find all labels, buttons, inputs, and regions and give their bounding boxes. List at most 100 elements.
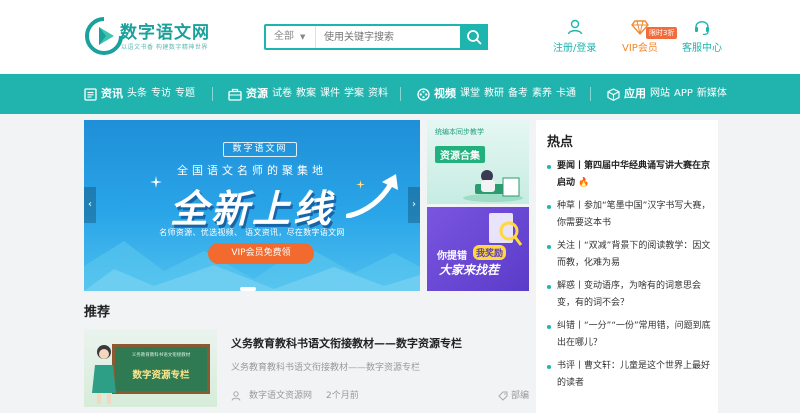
nav-item-app[interactable]: APP bbox=[674, 88, 693, 99]
carousel-next-button[interactable]: › bbox=[408, 187, 420, 223]
search-scope-select[interactable]: 全部 ▼ bbox=[266, 26, 316, 48]
hot-topic-item[interactable]: 关注丨“双减”背景下的阅读教学：因文而教，化难为易 bbox=[547, 238, 713, 272]
thumb-line2: 数字资源专栏 bbox=[132, 370, 190, 381]
nav-item-exams[interactable]: 试卷 bbox=[272, 88, 292, 99]
hero-carousel[interactable]: 数字语文网 全国语文名师的聚集地 全新上线 名师资源、优选视频、 语文资讯，尽在… bbox=[84, 120, 420, 291]
nav-resources-title[interactable]: 资源 bbox=[246, 87, 268, 100]
nav-item-courseware[interactable]: 课件 bbox=[320, 88, 340, 99]
article-tag-label: 部编 bbox=[510, 391, 529, 401]
nav-divider bbox=[590, 87, 591, 101]
hot-topic-text: 种草丨参加“笔墨中国”汉字书写大赛，你需要这本书 bbox=[557, 201, 711, 228]
find-error-card[interactable]: 你提错 我奖励 大家来找茬 bbox=[427, 207, 529, 291]
main-nav: 资讯 头条 专访 专题 资源 试卷 教案 课件 学案 资料 视频 课堂 教研 备考 素养 卡通 应用 网站 A… bbox=[0, 74, 800, 114]
hot-topic-item[interactable]: 解惑丨变动语序，为啥有的词意思会变，有的词不会？ bbox=[547, 278, 713, 312]
article-title[interactable]: 义务教育教科书语文衔接教材——数字资源专栏 bbox=[231, 335, 462, 351]
nav-group-resources: 资源 试卷 教案 课件 学案 资料 bbox=[228, 74, 392, 114]
carousel-indicator[interactable] bbox=[240, 276, 262, 291]
user-icon bbox=[231, 390, 241, 401]
carousel-prev-button[interactable]: ‹ bbox=[84, 187, 96, 223]
article-description: 义务教育教科书语文衔接教材——数字资源专栏 bbox=[231, 363, 421, 373]
article-thumbnail[interactable]: 义务教育教科书语文衔接教材 数字资源专栏 bbox=[84, 329, 217, 407]
banner-features: 名师资源、优选视频、 语文资讯，尽在数字语文网 bbox=[159, 228, 345, 237]
hot-topic-item[interactable]: 书评丨曹文轩：儿童是这个世界上最好的读者 bbox=[547, 358, 713, 392]
card-line2: 大家来找茬 bbox=[439, 263, 500, 277]
article-tag[interactable]: 部编 bbox=[498, 388, 529, 401]
recommend-heading: 推荐 bbox=[84, 305, 111, 320]
hot-topic-item[interactable]: 种草丨参加“笔墨中国”汉字书写大赛，你需要这本书 bbox=[547, 198, 713, 232]
hot-topics-list: 要闻丨第四届中华经典诵写讲大赛在京启动 🔥 种草丨参加“笔墨中国”汉字书写大赛，… bbox=[547, 158, 713, 398]
nav-group-videos: 视频 课堂 教研 备考 素养 卡通 bbox=[417, 74, 580, 114]
nav-item-study-guides[interactable]: 学案 bbox=[344, 88, 364, 99]
vip-discount-badge: 限时3折 bbox=[646, 27, 678, 39]
hot-topic-text: 书评丨曹文轩：儿童是这个世界上最好的读者 bbox=[557, 361, 711, 388]
card-title: 资源合集 bbox=[435, 146, 485, 163]
nav-item-headlines[interactable]: 头条 bbox=[127, 88, 147, 99]
banner-slogan: 全国语文名师的聚集地 bbox=[177, 164, 327, 177]
article-time: 2个月前 bbox=[326, 391, 359, 401]
vip-free-claim-button[interactable]: VIP会员免费领 bbox=[208, 243, 314, 264]
cube-icon bbox=[607, 87, 620, 101]
banner-headline: 全新上线 bbox=[169, 187, 334, 231]
thumb-line1: 义务教育教科书语文衔接教材 bbox=[131, 353, 191, 358]
nav-item-interviews[interactable]: 专访 bbox=[151, 88, 171, 99]
nav-item-teaching-research[interactable]: 教研 bbox=[484, 88, 504, 99]
card-highlight: 我奖励 bbox=[473, 245, 507, 260]
hot-topic-text: 解惑丨变动语序，为啥有的词意思会变，有的词不会？ bbox=[557, 281, 702, 308]
nav-item-classroom[interactable]: 课堂 bbox=[460, 88, 480, 99]
hot-topic-item[interactable]: 纠错丨“一分”“一份”常用错，问题到底出在哪儿？ bbox=[547, 318, 713, 352]
logo-play-icon bbox=[85, 17, 123, 55]
news-icon bbox=[84, 87, 97, 101]
nav-item-lesson-plans[interactable]: 教案 bbox=[296, 88, 316, 99]
chevron-left-icon: ‹ bbox=[88, 199, 92, 210]
magnifier-illustration bbox=[489, 213, 523, 246]
vip-label: VIP会员 bbox=[622, 43, 658, 54]
nav-apps-title[interactable]: 应用 bbox=[624, 87, 646, 100]
nav-item-cartoon[interactable]: 卡通 bbox=[556, 88, 576, 99]
student-figure bbox=[92, 345, 116, 404]
user-icon bbox=[567, 19, 582, 35]
card-line1: 你提错 bbox=[437, 251, 467, 262]
hot-topics-panel: 热点 要闻丨第四届中华经典诵写讲大赛在京启动 🔥 种草丨参加“笔墨中国”汉字书写… bbox=[536, 120, 718, 413]
hot-topic-item[interactable]: 要闻丨第四届中华经典诵写讲大赛在京启动 🔥 bbox=[547, 158, 713, 192]
help-center-link[interactable]: 客服中心 bbox=[682, 18, 722, 54]
nav-news-title[interactable]: 资讯 bbox=[101, 87, 123, 100]
register-login-link[interactable]: 注册/登录 bbox=[553, 18, 596, 54]
banner-brand-tag: 数字语文网 bbox=[223, 142, 297, 157]
nav-item-materials[interactable]: 资料 bbox=[368, 88, 388, 99]
logo-title: 数字语文网 bbox=[120, 23, 210, 43]
nav-divider bbox=[212, 87, 213, 101]
nav-item-website[interactable]: 网站 bbox=[650, 88, 670, 99]
resource-collection-card[interactable]: 统编本同步教学 资源合集 bbox=[427, 120, 529, 204]
help-center-label: 客服中心 bbox=[682, 43, 722, 54]
reading-student-illustration bbox=[463, 170, 523, 202]
nav-item-exam-prep[interactable]: 备考 bbox=[508, 88, 528, 99]
search-scope-label: 全部 bbox=[274, 31, 294, 42]
nav-divider bbox=[400, 87, 401, 101]
nav-videos-title[interactable]: 视频 bbox=[434, 87, 456, 100]
search-button[interactable] bbox=[460, 24, 488, 50]
headset-icon bbox=[695, 21, 709, 36]
search-bar: 全部 ▼ bbox=[264, 24, 488, 50]
fire-icon: 🔥 bbox=[578, 178, 590, 188]
film-reel-icon bbox=[417, 87, 430, 101]
carousel-dot-active[interactable] bbox=[240, 287, 256, 291]
nav-item-literacy[interactable]: 素养 bbox=[532, 88, 552, 99]
hot-topic-text: 纠错丨“一分”“一份”常用错，问题到底出在哪儿？ bbox=[557, 321, 711, 348]
site-logo[interactable]: 数字语文网 以语文书香 构建数字精神世界 bbox=[84, 16, 244, 58]
site-header: 数字语文网 以语文书香 构建数字精神世界 全部 ▼ 注册/登录 VIP会员 限时3… bbox=[0, 0, 800, 74]
hot-topics-heading: 热点 bbox=[547, 135, 574, 150]
logo-subtitle: 以语文书香 构建数字精神世界 bbox=[121, 44, 208, 51]
search-icon bbox=[467, 30, 482, 45]
search-input[interactable] bbox=[318, 26, 460, 48]
nav-group-apps: 应用 网站 APP 新媒体 bbox=[607, 74, 731, 114]
register-login-label: 注册/登录 bbox=[553, 43, 597, 54]
article-meta: 数字语文资源网 2个月前 bbox=[231, 388, 359, 401]
chalkboard-illustration: 义务教育教科书语文衔接教材 数字资源专栏 bbox=[112, 344, 210, 394]
tag-icon bbox=[498, 391, 508, 401]
nav-item-topics[interactable]: 专题 bbox=[175, 88, 195, 99]
card-subtitle: 统编本同步教学 bbox=[435, 128, 484, 136]
article-card[interactable]: 义务教育教科书语文衔接教材 数字资源专栏 义务教育教科书语文衔接教材——数字资源… bbox=[84, 327, 529, 413]
article-author[interactable]: 数字语文资源网 bbox=[249, 391, 312, 401]
nav-item-new-media[interactable]: 新媒体 bbox=[697, 88, 727, 99]
briefcase-icon bbox=[228, 88, 242, 101]
